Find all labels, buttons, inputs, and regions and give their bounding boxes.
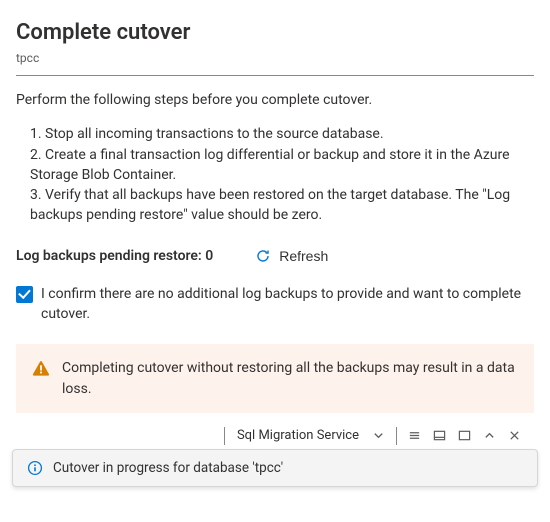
bottom-tab-bar: Sql Migration Service xyxy=(16,427,528,449)
pending-backups: Log backups pending restore: 0 xyxy=(16,248,213,264)
warning-text: Completing cutover without restoring all… xyxy=(62,358,518,399)
step-1: 1. Stop all incoming transactions to the… xyxy=(30,124,534,144)
window-icon[interactable] xyxy=(457,428,472,443)
intro-text: Perform the following steps before you c… xyxy=(16,90,534,110)
pending-row: Log backups pending restore: 0 Refresh xyxy=(16,244,534,268)
notification-area: Cutover in progress for database 'tpcc' xyxy=(0,449,550,495)
chevron-down-icon[interactable] xyxy=(371,428,386,443)
confirm-checkbox[interactable] xyxy=(16,286,33,303)
panel-icon[interactable] xyxy=(432,428,447,443)
list-icon[interactable] xyxy=(407,428,422,443)
database-name: tpcc xyxy=(16,51,534,65)
warning-icon xyxy=(32,360,50,378)
chevron-up-icon[interactable] xyxy=(482,428,497,443)
refresh-icon xyxy=(255,248,271,264)
warning-banner: Completing cutover without restoring all… xyxy=(16,344,534,413)
status-notification: Cutover in progress for database 'tpcc' xyxy=(12,449,538,487)
refresh-label: Refresh xyxy=(279,248,328,264)
complete-cutover-pane: Complete cutover tpcc Perform the follow… xyxy=(0,0,550,449)
step-2: 2. Create a final transaction log differ… xyxy=(30,145,534,186)
close-icon[interactable] xyxy=(507,428,522,443)
page-title: Complete cutover xyxy=(16,20,534,45)
refresh-button[interactable]: Refresh xyxy=(249,244,334,268)
notification-text: Cutover in progress for database 'tpcc' xyxy=(53,460,283,476)
tab-title: Sql Migration Service xyxy=(235,428,361,443)
pending-count: 0 xyxy=(205,248,213,264)
confirm-text: I confirm there are no additional log ba… xyxy=(41,284,534,325)
steps-list: 1. Stop all incoming transactions to the… xyxy=(16,124,534,225)
step-3: 3. Verify that all backups have been res… xyxy=(30,185,534,226)
info-icon xyxy=(27,460,43,476)
tabbar-divider-2 xyxy=(396,427,397,445)
pending-label: Log backups pending restore: xyxy=(16,248,202,264)
separator xyxy=(16,75,534,76)
tabbar-divider xyxy=(224,427,225,445)
confirm-row[interactable]: I confirm there are no additional log ba… xyxy=(16,284,534,325)
